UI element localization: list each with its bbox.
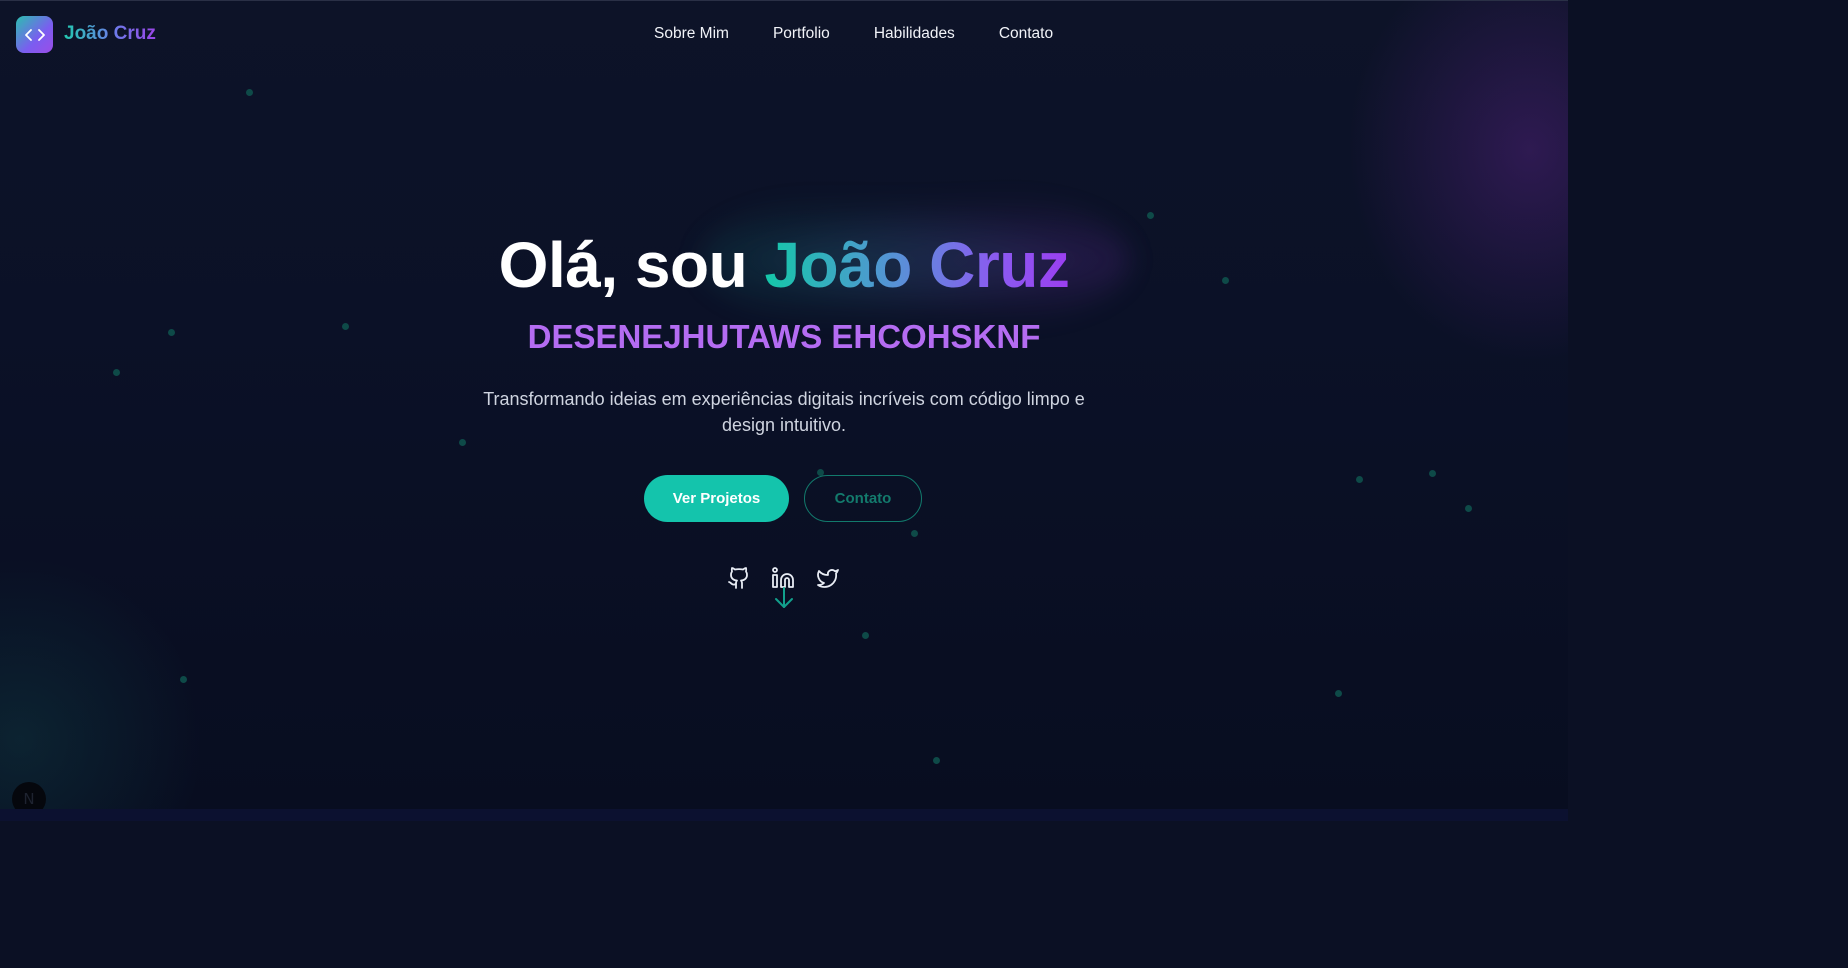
code-brackets-icon — [24, 28, 45, 41]
nav-link-sobre-mim[interactable]: Sobre Mim — [654, 25, 729, 43]
nav-links: Sobre Mim Portfolio Habilidades Contato — [654, 25, 1053, 43]
nav-link-portfolio[interactable]: Portfolio — [773, 25, 830, 43]
hero-greeting: Olá, sou — [498, 229, 765, 301]
contact-button[interactable]: Contato — [804, 475, 922, 522]
brand-name[interactable]: João Cruz — [64, 23, 156, 45]
particle-dot — [933, 757, 940, 764]
hero-title: Olá, sou João Cruz — [0, 228, 1568, 302]
particle-dot — [113, 369, 120, 376]
hero-description: Transformando ideias em experiências dig… — [483, 389, 1085, 435]
top-navbar: João Cruz Sobre Mim Portfolio Habilidade… — [0, 0, 1568, 68]
logo[interactable] — [16, 16, 53, 53]
next-section-edge — [0, 809, 1568, 821]
particle-dot — [1465, 505, 1472, 512]
particle-dot — [459, 439, 466, 446]
particle-dot — [1335, 690, 1342, 697]
github-icon[interactable] — [727, 566, 751, 590]
nav-link-habilidades[interactable]: Habilidades — [874, 25, 955, 43]
hero-name: João Cruz — [764, 229, 1070, 301]
view-projects-button[interactable]: Ver Projetos — [644, 475, 789, 522]
landing-page: João Cruz Sobre Mim Portfolio Habilidade… — [0, 0, 1568, 821]
hero-subtitle: DESENEJHUTAWS EHCOHSKNF — [527, 318, 1041, 355]
arrow-down-icon[interactable] — [773, 586, 795, 610]
particle-dot — [1356, 476, 1363, 483]
particle-dot — [246, 89, 253, 96]
nav-link-contato[interactable]: Contato — [999, 25, 1053, 43]
particle-dot — [1429, 470, 1436, 477]
particle-dot — [180, 676, 187, 683]
particle-dot — [1147, 212, 1154, 219]
particle-dot — [862, 632, 869, 639]
particle-dot — [911, 530, 918, 537]
twitter-icon[interactable] — [816, 566, 840, 590]
